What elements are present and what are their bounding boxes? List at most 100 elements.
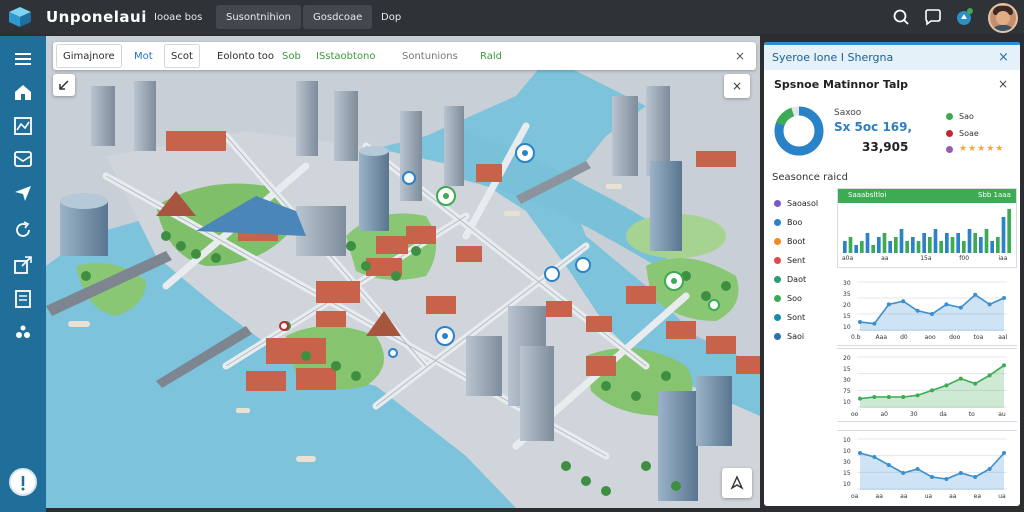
bar: [877, 237, 881, 253]
donut-chart: [774, 106, 824, 156]
line-chart-3-y-ticks: 10 10 30 15 10: [843, 437, 857, 488]
bar: [848, 237, 853, 253]
tick-label: a0a: [842, 255, 854, 262]
line-chart-3-x-ticks: oa aa aa ua aa ea ua: [851, 493, 1011, 503]
bar: [916, 241, 921, 253]
bar: [888, 241, 892, 253]
help-icon: [21, 476, 25, 491]
tick-label: 15: [843, 313, 851, 320]
bar: [933, 229, 938, 253]
bar: [860, 241, 864, 253]
layers-icon[interactable]: [12, 148, 34, 170]
bar-chart-x-ticks: a0a aa 15a f00 iaa: [842, 255, 1012, 265]
subpanel-close-icon[interactable]: ×: [998, 77, 1008, 91]
close-icon: ×: [731, 79, 743, 93]
filter-chip-5[interactable]: Sob: [276, 42, 307, 70]
tick-label: toa: [973, 334, 984, 341]
panel-title: Syeroe Ione I Shergna: [772, 51, 894, 64]
filter-chip-2[interactable]: Mot: [128, 42, 159, 70]
bar: [1007, 209, 1011, 253]
tick-label: aal: [998, 334, 1008, 341]
cube-logo-icon: [9, 7, 31, 27]
bar-chart-card: Saaabsltloi Sbb 1aaa a0a aa 15a f00 iaa: [837, 188, 1017, 268]
tick-label: oo: [851, 411, 859, 418]
filter-chip-1[interactable]: Gimajnore: [56, 44, 122, 68]
filter-close-icon[interactable]: ×: [733, 49, 747, 63]
bar-chart-title: Saaabsltloi: [848, 191, 887, 199]
bar: [967, 229, 972, 253]
line-chart-3: [857, 438, 1007, 490]
filter-chip-7[interactable]: Sontunions: [396, 42, 464, 70]
data-point: [858, 320, 862, 324]
top-bar: Unponelaui Iooae bos Susontnihion Gosdco…: [0, 0, 1024, 34]
collapse-icon: [59, 80, 69, 90]
data-point: [973, 292, 978, 297]
user-avatar[interactable]: [988, 3, 1018, 33]
rating-stars: ★★★★★: [959, 144, 1005, 154]
bar: [996, 237, 1000, 253]
tick-label: au: [998, 411, 1006, 418]
search-icon[interactable]: [892, 8, 910, 26]
menu-icon[interactable]: [12, 48, 34, 70]
tick-label: f00: [959, 255, 970, 262]
data-point: [930, 312, 934, 316]
data-point: [901, 395, 906, 399]
bar: [984, 229, 989, 253]
data-point: [872, 455, 877, 459]
notification-icon[interactable]: [955, 8, 973, 26]
settings-icon[interactable]: [12, 321, 34, 343]
line-chart-1-x-ticks: 0.b Aaa d0 aoo doo toa aal: [851, 334, 1011, 344]
legend-item: Boo: [774, 213, 840, 232]
data-point: [886, 463, 891, 467]
report-icon[interactable]: [12, 288, 34, 310]
menu-item-2[interactable]: Susontnihion: [216, 5, 301, 29]
filter-chip-6[interactable]: ISstaobtono: [310, 42, 382, 70]
map-close-button[interactable]: ×: [724, 74, 750, 98]
line-chart-1-y-ticks: 30 35 20 15 10: [843, 280, 857, 331]
mini-legend-item-1: Sao: [946, 112, 974, 121]
map-locate-button[interactable]: [722, 468, 752, 498]
line-chart-card-3: 10 10 30 15 10 oa aa aa ua aa ea ua: [837, 430, 1017, 504]
tick-label: a0: [880, 411, 888, 418]
bar: [854, 245, 858, 253]
menu-item-4[interactable]: Dop: [371, 5, 411, 29]
help-button[interactable]: [9, 468, 37, 496]
city-map[interactable]: [46, 36, 760, 508]
chat-icon[interactable]: [924, 8, 942, 26]
collapse-map-button[interactable]: [53, 74, 75, 96]
filter-chip-4[interactable]: Eolonto too: [211, 42, 280, 70]
home-icon[interactable]: [12, 81, 34, 103]
tick-label: aa: [949, 493, 957, 500]
tick-label: ea: [973, 493, 982, 500]
section-title: Seasonce raicd: [772, 172, 848, 183]
data-point: [872, 395, 877, 399]
filter-chip-8[interactable]: Rald: [474, 42, 508, 70]
legend-item: Soo: [774, 289, 840, 308]
refresh-icon[interactable]: [12, 219, 34, 241]
tick-label: 10: [843, 448, 851, 455]
bar: [973, 233, 977, 253]
share-icon[interactable]: [12, 254, 34, 276]
data-point: [987, 302, 992, 307]
navigate-icon[interactable]: [12, 182, 34, 204]
line-chart-2-y-ticks: 20 15 30 75 10: [843, 355, 857, 406]
panel-close-icon[interactable]: ×: [998, 50, 1009, 65]
line-chart-card-2: 20 15 30 75 10 oo a0 30 da to au: [837, 348, 1017, 422]
menu-item-3[interactable]: Gosdcoae: [303, 5, 373, 29]
line-chart-1: [857, 281, 1007, 331]
tick-label: 15: [843, 470, 851, 477]
data-point: [930, 388, 934, 393]
app-name: Unponelaui: [46, 8, 147, 26]
bar: [956, 233, 960, 253]
bar: [899, 229, 904, 253]
mini-legend-item-3: ★★★★★: [946, 144, 1004, 154]
bar-chart-title-right: Sbb 1aaa: [978, 191, 1011, 199]
map-icon[interactable]: [12, 115, 34, 137]
filter-chip-3[interactable]: Scot: [164, 44, 200, 68]
menu-item-1[interactable]: Iooae bos: [144, 5, 212, 29]
legend-item: Daot: [774, 270, 840, 289]
data-point: [858, 396, 862, 401]
bar: [905, 241, 909, 253]
legend-item: Sent: [774, 251, 840, 270]
tick-label: iaa: [998, 255, 1008, 262]
